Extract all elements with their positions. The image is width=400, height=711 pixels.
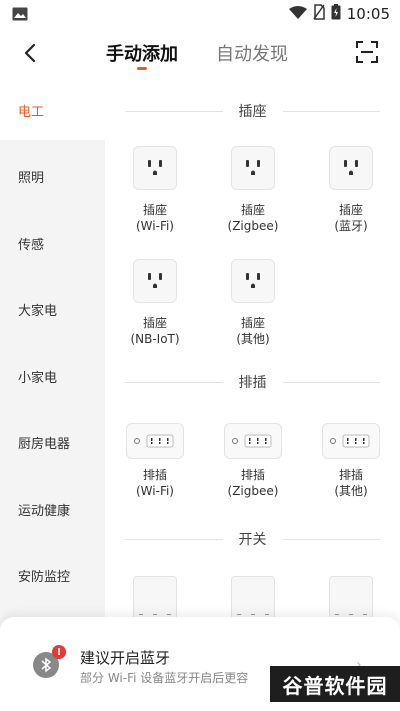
device-protocol: (其他) <box>334 484 368 498</box>
device-socket-zigbee[interactable]: 插座 (Zigbee) <box>208 146 298 234</box>
scan-button[interactable] <box>355 40 381 66</box>
active-tab-indicator <box>137 67 147 70</box>
sidebar-item-label: 安防监控 <box>18 569 71 585</box>
device-strip-other[interactable]: 排插 (其他) <box>306 419 396 499</box>
device-protocol: (Wi-Fi) <box>136 219 174 233</box>
sidebar-item-label: 厨房电器 <box>18 436 71 452</box>
socket-icon <box>133 259 177 303</box>
power-strip-icon <box>322 423 380 459</box>
alert-badge: ! <box>52 645 66 659</box>
device-protocol: (Zigbee) <box>227 484 279 498</box>
sidebar-item-kitchen[interactable]: 厨房电器 <box>0 412 105 472</box>
device-name: 插座 <box>142 316 167 330</box>
device-list: 插座 插座 (Wi-Fi) 插座 (Zigbee) 插座 (蓝牙) 插座 (NB… <box>105 80 400 640</box>
sidebar-item-label: 大家电 <box>18 303 58 319</box>
device-protocol: (其他) <box>236 332 270 346</box>
switch-icon[interactable] <box>231 576 275 622</box>
device-strip-zigbee[interactable]: 排插 (Zigbee) <box>208 419 298 499</box>
status-bar: 10:05 <box>0 0 400 28</box>
device-name: 排插 <box>338 468 363 482</box>
device-name: 插座 <box>338 203 363 217</box>
socket-icon <box>231 146 275 190</box>
power-strip-icon <box>224 423 282 459</box>
category-sidebar: 电工 照明 传感 大家电 小家电 厨房电器 运动健康 安防监控 <box>0 80 105 640</box>
sidebar-item-lighting[interactable]: 照明 <box>0 146 105 206</box>
device-protocol: (蓝牙) <box>334 219 368 233</box>
section-title-socket: 插座 <box>125 101 380 121</box>
switch-icon[interactable] <box>133 576 177 622</box>
device-socket-wifi[interactable]: 插座 (Wi-Fi) <box>110 146 200 234</box>
switch-icon[interactable] <box>329 576 373 622</box>
battery-charging-icon <box>331 4 341 24</box>
sidebar-item-label: 照明 <box>18 170 45 186</box>
sidebar-item-security[interactable]: 安防监控 <box>0 545 105 605</box>
watermark: 谷普软件园 <box>270 666 400 702</box>
device-protocol: (NB-IoT) <box>130 332 180 346</box>
power-strip-icon <box>126 423 184 459</box>
sidebar-item-label: 运动健康 <box>18 503 71 519</box>
device-name: 插座 <box>142 203 167 217</box>
device-name: 插座 <box>240 316 265 330</box>
header: 手动添加 自动发现 <box>0 28 400 80</box>
sidebar-item-label: 小家电 <box>18 370 58 386</box>
gallery-icon <box>12 6 28 25</box>
tab-auto-discover[interactable]: 自动发现 <box>216 40 288 66</box>
socket-icon <box>231 259 275 303</box>
section-title-power-strip: 排插 <box>125 372 380 392</box>
device-strip-wifi[interactable]: 排插 (Wi-Fi) <box>110 419 200 499</box>
sidebar-item-sensor[interactable]: 传感 <box>0 213 105 273</box>
sidebar-item-sport-health[interactable]: 运动健康 <box>0 479 105 539</box>
device-socket-other[interactable]: 插座 (其他) <box>208 259 298 347</box>
bluetooth-card-description: 部分 Wi-Fi 设备蓝牙开启后更容 <box>80 671 249 685</box>
socket-icon <box>133 146 177 190</box>
section-title-switch: 开关 <box>125 529 380 549</box>
bluetooth-card-title: 建议开启蓝牙 <box>80 649 171 667</box>
device-socket-bluetooth[interactable]: 插座 (蓝牙) <box>306 146 396 234</box>
tab-manual-add[interactable]: 手动添加 <box>106 40 178 66</box>
sidebar-item-large-appliance[interactable]: 大家电 <box>0 279 105 339</box>
device-name: 排插 <box>240 468 265 482</box>
sidebar-item-label: 传感 <box>18 237 45 253</box>
socket-icon <box>329 146 373 190</box>
status-time: 10:05 <box>346 5 390 23</box>
device-protocol: (Wi-Fi) <box>136 484 174 498</box>
device-name: 排插 <box>142 468 167 482</box>
sidebar-item-small-appliance[interactable]: 小家电 <box>0 346 105 406</box>
device-protocol: (Zigbee) <box>227 219 279 233</box>
sidebar-item-electrician[interactable]: 电工 <box>0 80 105 140</box>
back-button[interactable] <box>18 40 44 66</box>
sidebar-item-label: 电工 <box>18 104 45 120</box>
device-socket-nbiot[interactable]: 插座 (NB-IoT) <box>110 259 200 347</box>
device-name: 插座 <box>240 203 265 217</box>
scan-icon <box>356 41 378 63</box>
no-sim-icon <box>313 4 325 24</box>
wifi-icon <box>288 5 307 24</box>
